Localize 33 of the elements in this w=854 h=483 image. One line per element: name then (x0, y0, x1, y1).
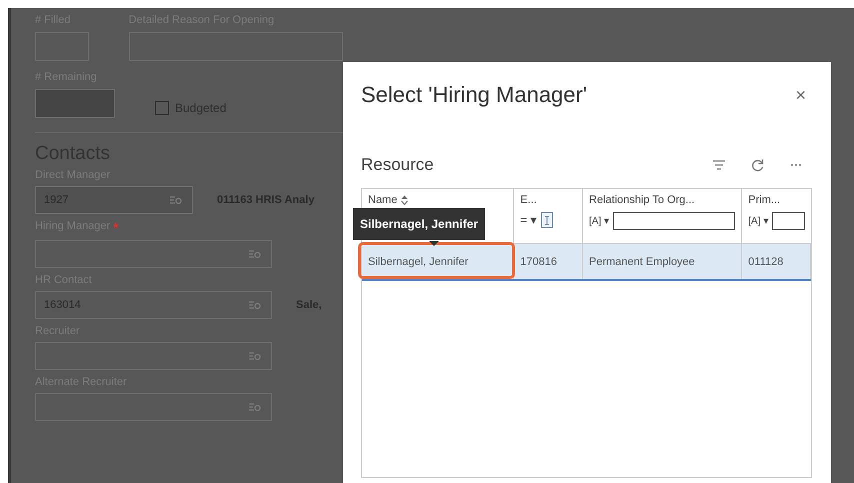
required-mark: * (113, 220, 118, 235)
column-header[interactable]: Relationship To Org... (589, 194, 695, 206)
lookup-field[interactable] (35, 393, 272, 421)
lookup-icon[interactable] (249, 249, 261, 259)
table-cell: 011128 (742, 244, 811, 279)
filter-field[interactable] (540, 212, 553, 228)
input-field[interactable] (128, 32, 343, 61)
table-cell: Permanent Employee (583, 244, 742, 279)
filter-field[interactable] (772, 212, 805, 230)
column-header[interactable]: Name (368, 194, 398, 206)
tooltip-pointer (429, 241, 439, 246)
more-icon[interactable] (790, 163, 802, 167)
tooltip: Silbernagel, Jennifer (353, 208, 486, 240)
column-header[interactable]: Prim... (748, 194, 780, 206)
text-cursor-icon (544, 216, 549, 224)
filter-field[interactable] (613, 212, 736, 230)
column-header[interactable]: E... (520, 194, 537, 206)
sort-icon[interactable] (401, 195, 408, 205)
filter-icon[interactable] (713, 160, 725, 170)
dialog-title: Select 'Hiring Manager' (361, 82, 588, 108)
grid-title: Resource (361, 155, 434, 175)
filter-operator-dropdown[interactable]: [A] ▾ (589, 215, 610, 227)
lookup-field[interactable] (35, 240, 272, 268)
filter-operator-dropdown[interactable]: = ▾ (520, 213, 537, 227)
checkbox[interactable] (155, 101, 169, 115)
lookup-icon[interactable] (249, 351, 261, 361)
close-button[interactable]: × (789, 84, 812, 106)
table-cell: 170816 (514, 244, 584, 279)
lookup-icon[interactable] (249, 300, 261, 310)
lookup-icon[interactable] (249, 402, 261, 412)
lookup-field[interactable] (35, 342, 272, 370)
filter-operator-dropdown[interactable]: [A] ▾ (748, 215, 768, 227)
refresh-icon[interactable] (751, 158, 764, 172)
